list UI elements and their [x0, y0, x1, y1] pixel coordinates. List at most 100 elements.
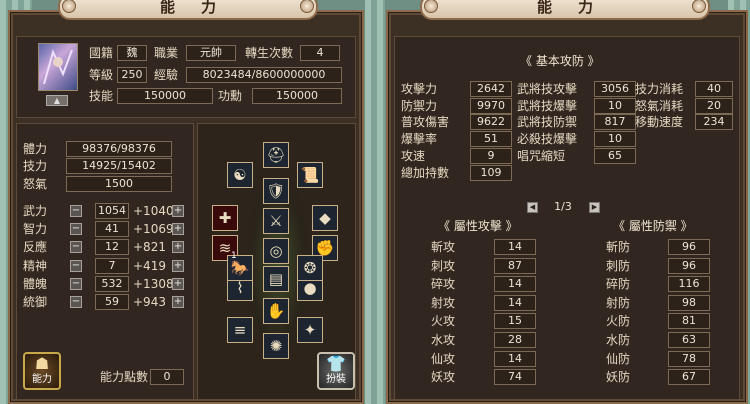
defense-elem-label: 碎防: [606, 277, 631, 292]
crossbow-icon[interactable]: ✚: [212, 205, 238, 231]
ability-button[interactable]: ☗ 能力: [23, 352, 61, 390]
dagger-icon[interactable]: ✺: [263, 333, 289, 359]
stat-decrease-button[interactable]: −: [70, 241, 82, 254]
stat-increase-button[interactable]: +: [172, 259, 184, 272]
basic-stat-label: 技力消耗: [635, 82, 684, 96]
sword-icon[interactable]: ⚔: [263, 208, 289, 234]
basic-stat-value: 51: [470, 131, 512, 148]
basic-stat-value: 817: [594, 114, 636, 131]
stat-label: 體魄: [23, 276, 48, 291]
belt-icon[interactable]: ▤: [263, 266, 289, 292]
stat-decrease-button[interactable]: −: [70, 223, 82, 236]
stat-bonus: +1308: [133, 276, 174, 291]
basic-stat-value: 10: [594, 97, 636, 114]
nation-label: 國籍: [89, 46, 114, 60]
stat-decrease-button[interactable]: −: [70, 259, 82, 272]
attack-elem-label: 斬攻: [431, 240, 456, 254]
basic-stat-label: 總加持數: [401, 165, 450, 180]
stat-label: 反應: [23, 240, 48, 255]
stat-label: 精神: [23, 258, 48, 273]
armor-icon[interactable]: 🛡: [263, 178, 289, 204]
gauntlet-icon[interactable]: ✋: [263, 298, 289, 324]
attack-elem-value: 14: [494, 239, 536, 255]
basic-stat-label: 武將技防禦: [517, 115, 578, 130]
attack-elem-value: 28: [494, 332, 536, 348]
portrait-arrow-button[interactable]: ▲: [46, 95, 68, 106]
attack-elem-value: 14: [494, 350, 536, 367]
stat-decrease-button[interactable]: −: [70, 205, 82, 217]
defense-elem-label: 仙防: [606, 351, 631, 366]
basic-stat-label: 防禦力: [401, 98, 438, 113]
hp-label: 體力: [23, 142, 48, 156]
ring-icon[interactable]: ◎: [263, 238, 289, 264]
reborn-label: 轉生次數: [245, 46, 294, 60]
stat-bonus: +419: [133, 258, 166, 273]
basic-stat-label: 爆擊率: [401, 132, 438, 147]
boots-icon[interactable]: ≡: [227, 317, 253, 343]
page-next-button[interactable]: ▶: [589, 202, 600, 213]
basic-stat-label: 攻擊力: [401, 82, 438, 96]
rage-label: 怒氣: [23, 177, 48, 191]
basic-stat-label: 武將技爆擊: [517, 98, 578, 113]
stat-increase-button[interactable]: +: [172, 296, 184, 308]
attack-elem-value: 15: [494, 313, 536, 330]
stat-increase-button[interactable]: +: [172, 223, 184, 236]
basic-stat-label: 移動速度: [635, 115, 684, 130]
basic-stat-value: 10: [594, 131, 636, 148]
defense-elem-label: 妖防: [606, 370, 631, 385]
defense-elem-value: 96: [668, 257, 710, 274]
stat-value: 7: [95, 257, 129, 274]
sp-value: 14925/15402: [66, 158, 172, 174]
basic-stat-value: 9622: [470, 114, 512, 131]
attack-elem-label: 火攻: [431, 314, 456, 329]
basic-stat-value: 2642: [470, 81, 512, 97]
stat-increase-button[interactable]: +: [172, 277, 184, 290]
basic-stat-label: 唱咒縮短: [517, 148, 566, 163]
character-portrait: [38, 43, 78, 91]
stat-label: 統御: [23, 295, 48, 309]
skill-value: 150000: [117, 88, 213, 104]
outfit-shirt-icon: 👕: [326, 354, 346, 373]
stat-value: 1054: [95, 203, 129, 219]
basic-stat-value: 109: [470, 164, 512, 181]
defense-elem-value: 96: [668, 239, 710, 255]
stat-increase-button[interactable]: +: [172, 241, 184, 254]
nation-value: 魏: [117, 45, 147, 61]
stat-value: 41: [95, 221, 129, 238]
basic-stat-label: 武將技攻擊: [517, 82, 578, 96]
amulet-icon[interactable]: ✦: [297, 317, 323, 343]
stat-decrease-button[interactable]: −: [70, 296, 82, 308]
attack-elem-label: 仙攻: [431, 351, 456, 366]
basic-stat-label: 普攻傷害: [401, 115, 450, 130]
defense-elem-label: 斬防: [606, 240, 631, 254]
attack-elem-label: 妖攻: [431, 370, 456, 385]
merit-value: 150000: [252, 88, 342, 104]
defense-elem-value: 67: [668, 369, 710, 386]
right-panel-title: 能力: [420, 0, 710, 20]
yin-yang-icon[interactable]: ☯: [227, 162, 253, 188]
hp-value: 98376/98376: [66, 141, 172, 157]
outfit-button-label: 扮裝: [326, 374, 346, 385]
job-value: 元帥: [186, 45, 236, 61]
stat-value: 12: [95, 239, 129, 256]
necklace-icon[interactable]: ❂: [297, 255, 323, 281]
ability-points-label: 能力點數: [100, 370, 149, 384]
basic-stat-label: 攻速: [401, 148, 426, 163]
defense-elem-value: 81: [668, 313, 710, 330]
exp-value: 8023484/8600000000: [186, 67, 342, 83]
defense-elem-label: 水防: [606, 333, 631, 347]
shield-icon[interactable]: ◆: [312, 205, 338, 231]
helmet-icon[interactable]: ⛑: [263, 142, 289, 168]
stat-bonus: +943: [133, 295, 166, 309]
stat-bonus: +1069: [133, 222, 174, 237]
basic-stat-value: 234: [695, 114, 733, 131]
stat-increase-button[interactable]: +: [172, 205, 184, 217]
page-prev-button[interactable]: ◀: [527, 202, 538, 213]
scroll-icon[interactable]: 📜: [297, 162, 323, 188]
sp-label: 技力: [23, 159, 48, 173]
elemental-attack-header: 《 屬性攻擊 》: [438, 219, 518, 233]
outfit-button[interactable]: 👕 扮裝: [317, 352, 355, 390]
stat-decrease-button[interactable]: −: [70, 277, 82, 290]
defense-elem-label: 射防: [606, 295, 631, 310]
level-value: 250: [117, 67, 147, 83]
